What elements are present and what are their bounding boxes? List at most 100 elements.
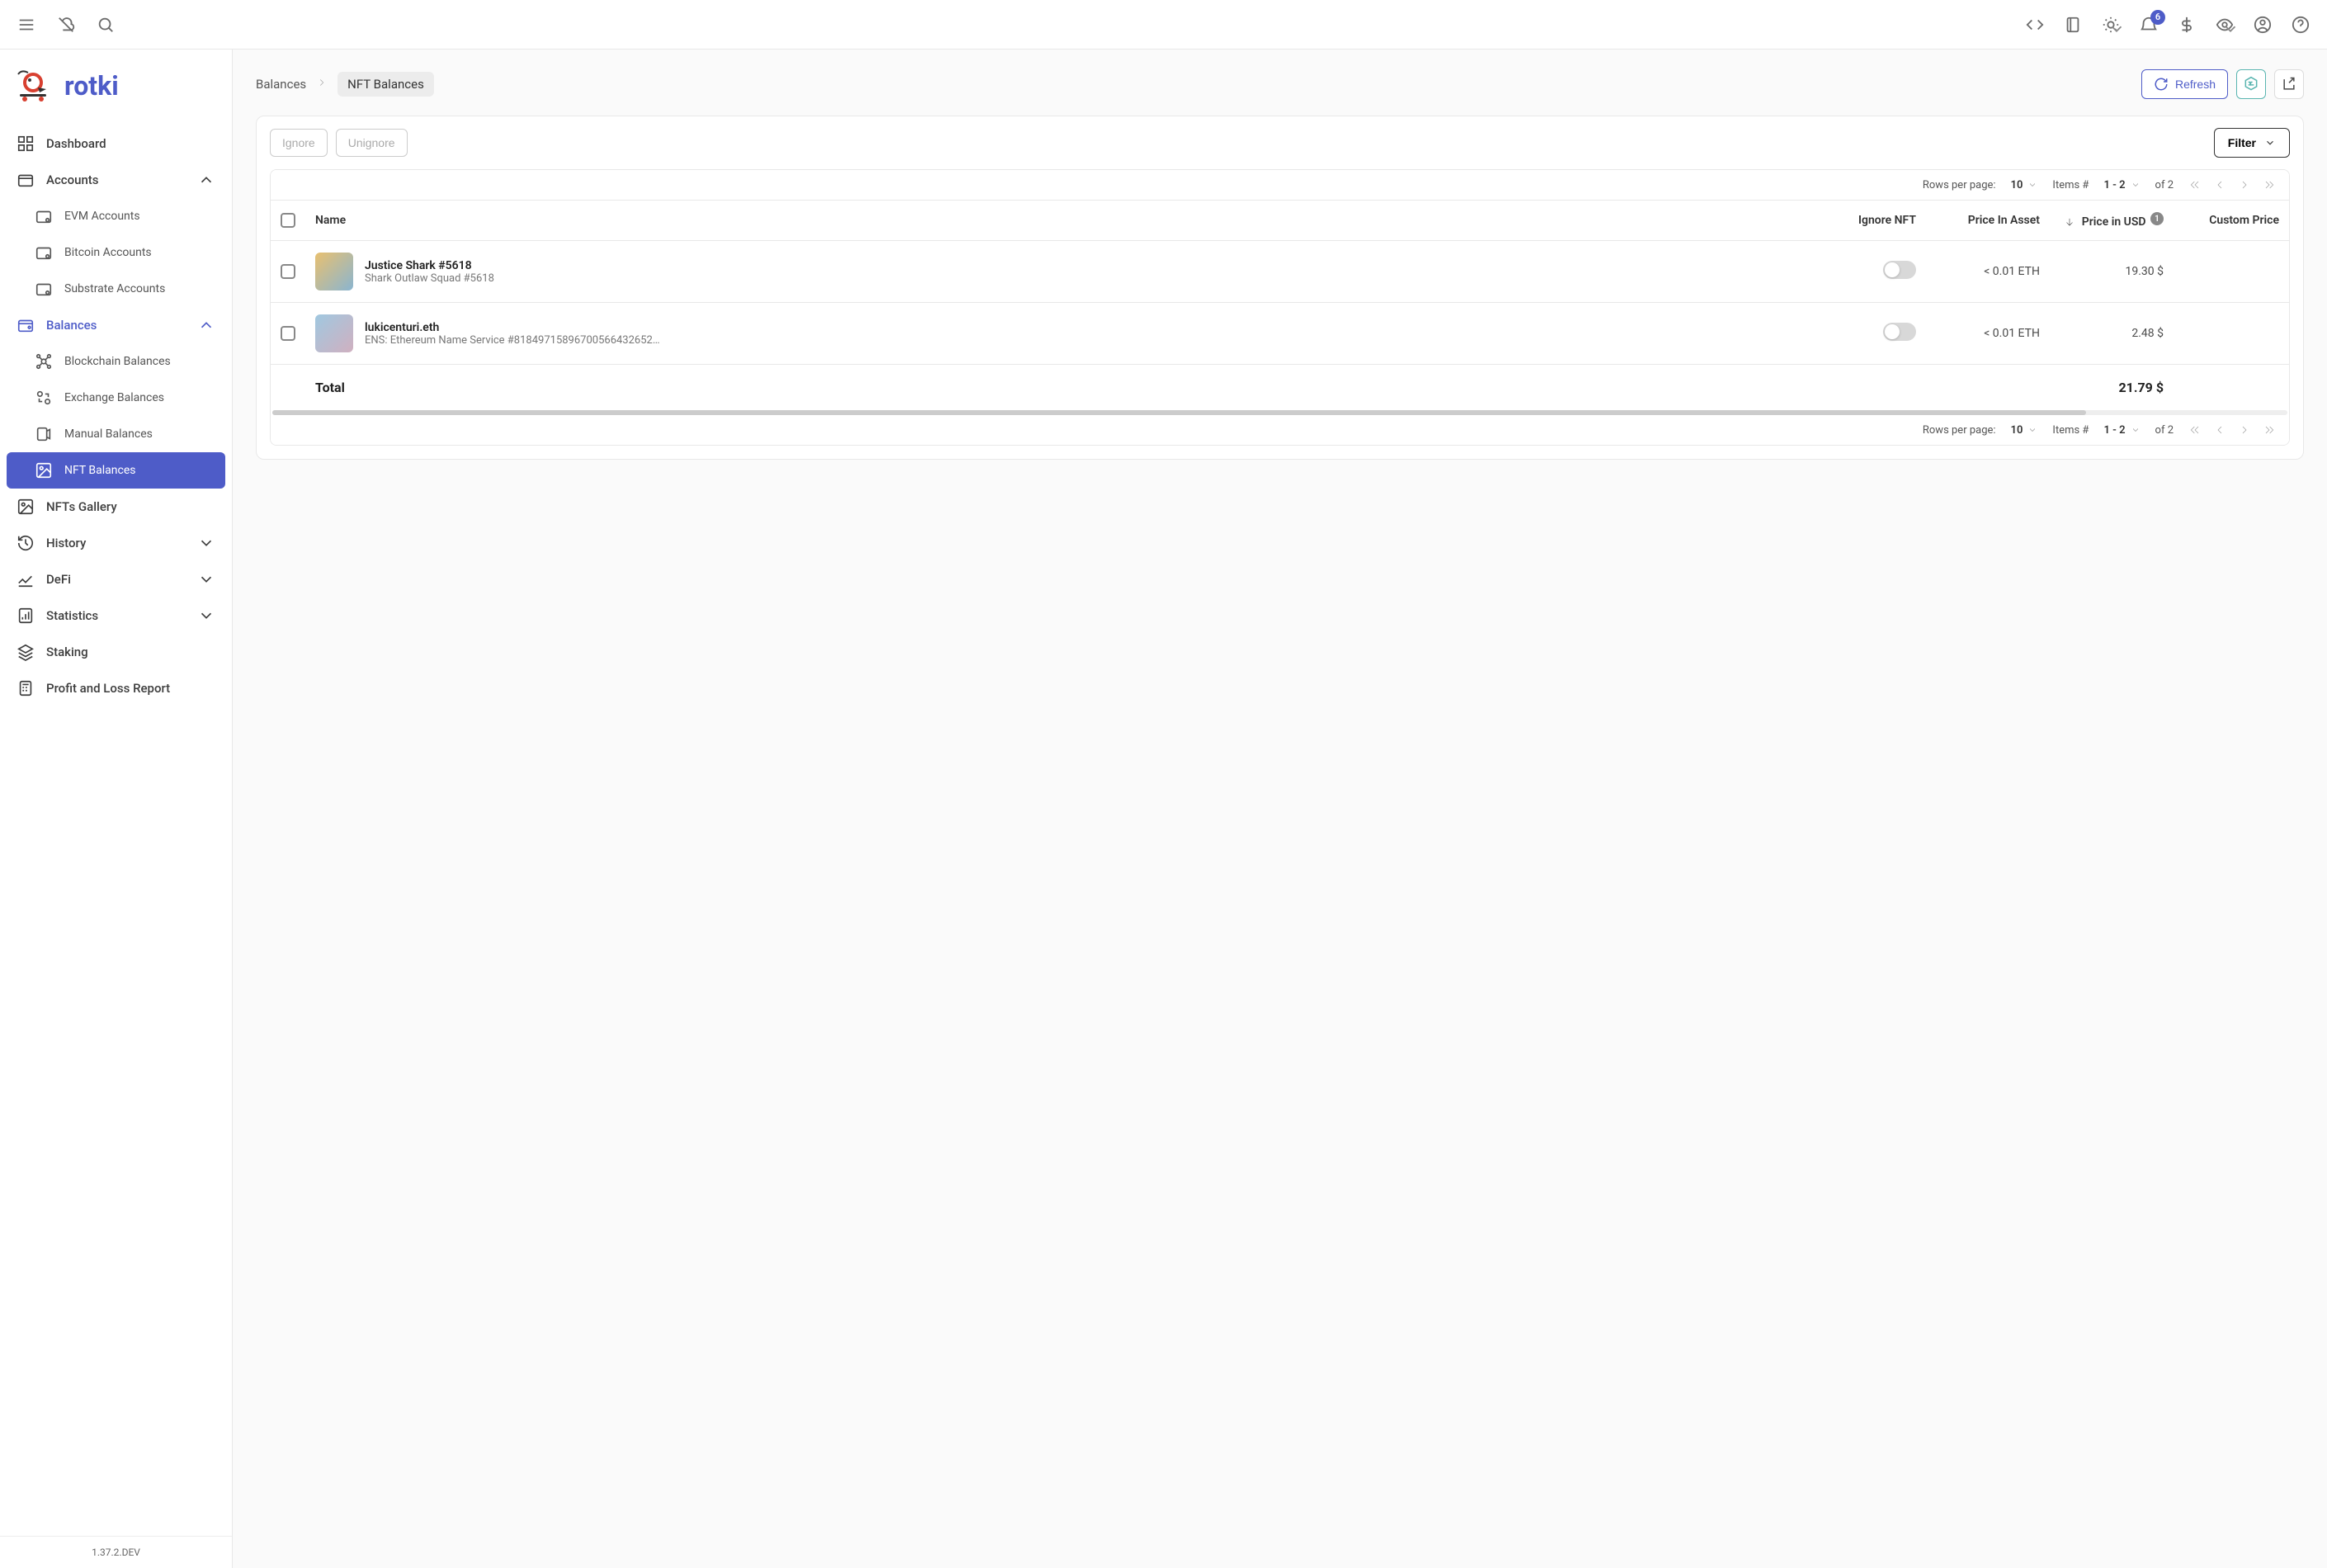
rows-per-page-select[interactable]: 10: [2011, 424, 2038, 437]
page-last-icon[interactable]: [2263, 423, 2276, 437]
page-last-icon[interactable]: [2263, 178, 2276, 191]
items-range-select[interactable]: 1 - 2: [2103, 424, 2140, 437]
wallet-icon: [35, 243, 53, 262]
sidebar-item-nfts-gallery[interactable]: NFTs Gallery: [7, 489, 225, 525]
currency-icon[interactable]: [2177, 15, 2197, 35]
chevron-down-icon: [197, 570, 215, 588]
horizontal-scrollbar[interactable]: [272, 410, 2287, 415]
visibility-icon[interactable]: [2215, 15, 2235, 35]
refresh-button[interactable]: Refresh: [2141, 69, 2228, 99]
wallet-icon: [35, 207, 53, 225]
import-icon-button[interactable]: [2274, 69, 2304, 99]
sidebar-item-blockchain-balances[interactable]: Blockchain Balances: [7, 343, 225, 380]
sidebar-item-label: History: [46, 536, 86, 550]
page-first-icon[interactable]: [2188, 423, 2202, 437]
breadcrumb-root[interactable]: Balances: [256, 77, 306, 92]
page-prev-icon[interactable]: [2213, 423, 2226, 437]
page-actions: Refresh: [2141, 69, 2304, 99]
sidebar-item-statistics[interactable]: Statistics: [7, 597, 225, 634]
breadcrumb-current: NFT Balances: [337, 72, 434, 97]
nft-collection: Shark Outlaw Squad #5618: [365, 272, 494, 285]
table-container: Rows per page: 10 Items # 1 - 2 of 2: [270, 169, 2290, 446]
app-name: rotki: [64, 70, 119, 102]
menu-icon[interactable]: [17, 15, 36, 35]
nft-balances-card: Ignore Unignore Filter Rows per page: 10…: [256, 116, 2304, 460]
ignore-toggle[interactable]: [1883, 261, 1916, 279]
sidebar-item-evm-accounts[interactable]: EVM Accounts: [7, 198, 225, 234]
price-usd: 2.48 $: [2050, 303, 2174, 365]
layers-icon: [17, 643, 35, 661]
rows-per-page-select[interactable]: 10: [2011, 179, 2038, 191]
sidebar-item-balances[interactable]: Balances: [7, 307, 225, 343]
image-icon: [35, 461, 53, 479]
code-icon[interactable]: [2025, 15, 2045, 35]
sidebar-item-label: NFT Balances: [64, 464, 135, 477]
wallet-icon: [35, 280, 53, 298]
book-icon[interactable]: [2063, 15, 2083, 35]
sidebar-item-pnl[interactable]: Profit and Loss Report: [7, 670, 225, 706]
col-badge: 1: [2150, 212, 2164, 225]
col-price-asset[interactable]: Price In Asset: [1926, 201, 2050, 241]
col-ignore-nft[interactable]: Ignore NFT: [1827, 201, 1926, 241]
filter-button[interactable]: Filter: [2214, 128, 2290, 158]
chevron-down-icon: [197, 534, 215, 552]
total-label: Total: [305, 365, 1827, 411]
pager-top: Rows per page: 10 Items # 1 - 2 of 2: [271, 170, 2289, 200]
main-content: Balances NFT Balances Refresh Ignore Uni…: [233, 50, 2327, 1568]
price-asset: < 0.01 ETH: [1926, 241, 2050, 303]
sidebar-item-label: Substrate Accounts: [64, 282, 165, 295]
nav: Dashboard Accounts EVM Accounts Bitcoin …: [0, 125, 232, 1536]
nft-icon-button[interactable]: [2236, 69, 2266, 99]
sidebar-item-substrate-accounts[interactable]: Substrate Accounts: [7, 271, 225, 307]
nft-name: Justice Shark #5618: [365, 259, 494, 272]
calculator-icon: [17, 679, 35, 697]
page-next-icon[interactable]: [2238, 178, 2251, 191]
logo[interactable]: rotki: [0, 50, 232, 125]
topbar-right: 6: [2025, 15, 2310, 35]
chart-icon: [17, 570, 35, 588]
sidebar-item-manual-balances[interactable]: Manual Balances: [7, 416, 225, 452]
page-first-icon[interactable]: [2188, 178, 2202, 191]
nft-name: lukicenturi.eth: [365, 321, 662, 334]
cloud-off-icon[interactable]: [56, 15, 76, 35]
notification-badge: 6: [2150, 10, 2165, 25]
row-checkbox[interactable]: [281, 264, 295, 279]
dashboard-icon: [17, 135, 35, 153]
help-icon[interactable]: [2291, 15, 2310, 35]
chevron-right-icon: [316, 77, 328, 92]
history-icon: [17, 534, 35, 552]
sidebar-item-label: Bitcoin Accounts: [64, 246, 152, 259]
col-custom-price[interactable]: Custom Price: [2174, 201, 2289, 241]
sidebar-item-bitcoin-accounts[interactable]: Bitcoin Accounts: [7, 234, 225, 271]
sidebar-item-exchange-balances[interactable]: Exchange Balances: [7, 380, 225, 416]
page-prev-icon[interactable]: [2213, 178, 2226, 191]
ignore-toggle[interactable]: [1883, 323, 1916, 341]
sidebar-item-staking[interactable]: Staking: [7, 634, 225, 670]
sidebar-item-accounts[interactable]: Accounts: [7, 162, 225, 198]
refresh-label: Refresh: [2175, 78, 2216, 91]
user-icon[interactable]: [2253, 15, 2273, 35]
wallet-icon: [17, 171, 35, 189]
items-range-select[interactable]: 1 - 2: [2103, 179, 2140, 191]
ignore-button[interactable]: Ignore: [270, 129, 328, 157]
sidebar-item-defi[interactable]: DeFi: [7, 561, 225, 597]
col-price-usd[interactable]: Price in USD 1: [2050, 201, 2174, 241]
theme-icon[interactable]: [2101, 15, 2121, 35]
notifications-icon[interactable]: 6: [2139, 15, 2159, 35]
row-checkbox[interactable]: [281, 326, 295, 341]
version-label: 1.37.2.DEV: [0, 1536, 232, 1568]
image-icon: [17, 498, 35, 516]
breadcrumb: Balances NFT Balances: [256, 72, 434, 97]
select-all-checkbox[interactable]: [281, 213, 295, 228]
col-name[interactable]: Name: [305, 201, 1827, 241]
sidebar-item-history[interactable]: History: [7, 525, 225, 561]
page-next-icon[interactable]: [2238, 423, 2251, 437]
sort-desc-icon: [2064, 216, 2075, 228]
sidebar-item-dashboard[interactable]: Dashboard: [7, 125, 225, 162]
sidebar-item-label: Dashboard: [46, 136, 106, 151]
sidebar-item-nft-balances[interactable]: NFT Balances: [7, 452, 225, 489]
search-icon[interactable]: [96, 15, 116, 35]
nft-collection: ENS: Ethereum Name Service #818497158967…: [365, 334, 662, 347]
unignore-button[interactable]: Unignore: [336, 129, 408, 157]
pager-bottom: Rows per page: 10 Items # 1 - 2 of 2: [271, 415, 2289, 445]
